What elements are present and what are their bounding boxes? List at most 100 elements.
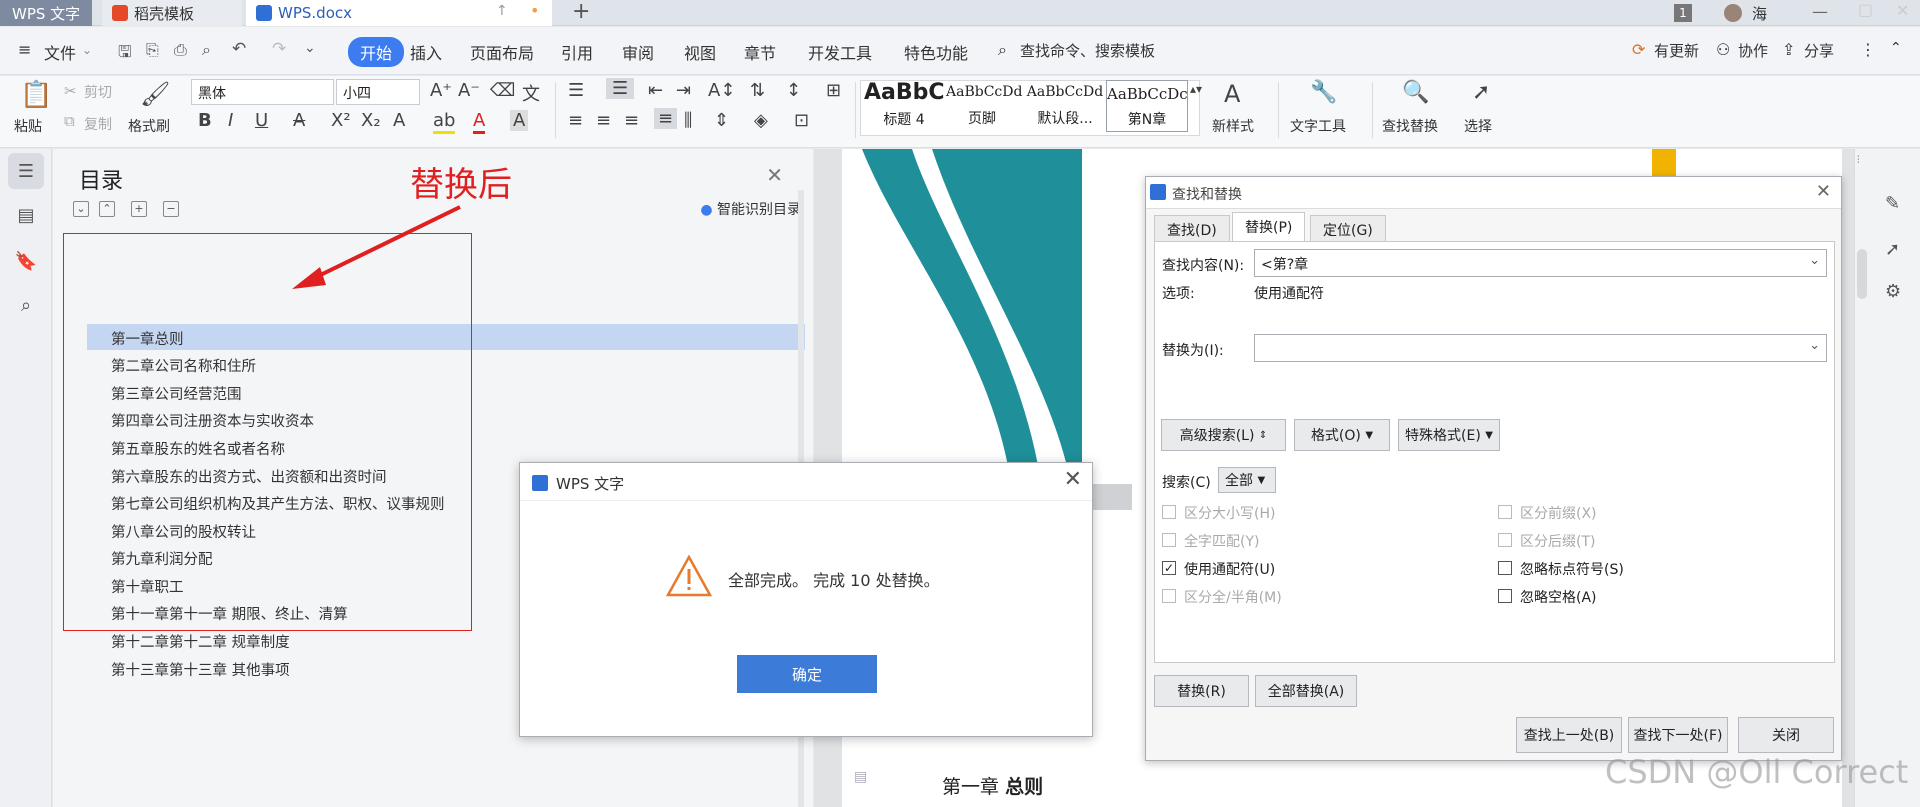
copy-label[interactable]: 复制 [84, 114, 112, 134]
close-window-icon[interactable]: ✕ [1896, 1, 1909, 20]
text-direction-icon[interactable]: A↕ [708, 80, 735, 101]
remove-heading-icon[interactable]: − [163, 201, 179, 217]
print-icon[interactable]: ⎙ [174, 40, 187, 60]
paragraph-icon[interactable]: ▤ [854, 769, 867, 785]
menu-home[interactable]: 开始 [348, 37, 405, 67]
redo-icon[interactable]: ↷ [272, 39, 286, 59]
hamburger-icon[interactable]: ≡ [18, 40, 31, 59]
replace-input[interactable]: ⌄ [1254, 334, 1827, 362]
tab-find[interactable]: 查找(D) [1154, 215, 1230, 241]
toc-item[interactable]: 第十二章第十二章 规章制度 [111, 631, 290, 652]
chevron-down-icon[interactable]: ⌄ [82, 43, 92, 57]
app-tab[interactable]: WPS 文字 [0, 0, 92, 26]
ignore-punct-checkbox[interactable] [1498, 561, 1512, 575]
menu-view[interactable]: 视图 [684, 40, 716, 64]
style-footer[interactable]: AaBbCcDd 页脚 [946, 80, 1022, 132]
find-replace-icon[interactable]: 🔍 [1402, 80, 1429, 105]
find-previous-button[interactable]: 查找上一处(B) [1516, 717, 1622, 753]
vertical-scrollbar[interactable] [1857, 249, 1867, 299]
collapse-ribbon-icon[interactable]: ⌃ [1890, 40, 1902, 56]
match-prefix-checkbox[interactable] [1498, 505, 1512, 519]
toc-item[interactable]: 第十三章第十三章 其他事项 [111, 659, 290, 680]
clear-format-icon[interactable]: ⌫ [490, 80, 515, 101]
font-size-select[interactable]: 小四 [336, 79, 420, 105]
new-style-label[interactable]: 新样式 [1212, 116, 1254, 136]
cut-label[interactable]: 剪切 [84, 82, 112, 102]
paste-label[interactable]: 粘贴 [14, 116, 42, 136]
customize-icon[interactable]: ⌄ [304, 40, 316, 56]
upload-icon[interactable]: ↑ [496, 3, 508, 19]
highlight-icon[interactable]: ab [433, 110, 456, 134]
text-tools-label[interactable]: 文字工具 [1290, 116, 1346, 136]
menu-references[interactable]: 引用 [561, 40, 593, 64]
minimize-icon[interactable]: — [1812, 2, 1828, 21]
paste-icon[interactable]: 📋 [20, 80, 52, 110]
justify-icon[interactable]: ≡ [654, 108, 678, 129]
grow-font-icon[interactable]: A⁺ [430, 80, 452, 101]
pinyin-icon[interactable]: 文 [522, 80, 540, 106]
settings-sliders-icon[interactable]: ⚙ [1885, 281, 1901, 302]
sort-icon[interactable]: ⇅ [750, 80, 765, 101]
search-scope-select[interactable]: 全部 ▼ [1218, 467, 1276, 493]
paragraph-spacing-icon[interactable]: ⇕ [714, 110, 729, 131]
ok-button[interactable]: 确定 [737, 655, 877, 693]
tab-goto[interactable]: 定位(G) [1310, 215, 1386, 241]
new-style-icon[interactable]: A [1224, 80, 1240, 108]
more-icon[interactable]: ⋮ [1860, 40, 1876, 59]
bookmark-icon[interactable]: 🔖 [8, 243, 44, 279]
align-center-icon[interactable]: ≡ [596, 110, 611, 131]
italic-icon[interactable]: I [228, 110, 233, 131]
advanced-search-button[interactable]: 高级搜索(L) ⇕ [1161, 419, 1286, 451]
chevron-down-icon[interactable]: ⌄ [1809, 253, 1820, 268]
share-label[interactable]: 分享 [1804, 40, 1834, 61]
tab-templates[interactable]: 稻壳模板 [102, 0, 242, 26]
match-suffix-checkbox[interactable] [1498, 533, 1512, 547]
cut-icon[interactable]: ✂ [64, 82, 77, 100]
font-family-select[interactable]: 黑体 [191, 79, 334, 105]
tab-replace[interactable]: 替换(P) [1232, 212, 1306, 242]
ignore-space-checkbox[interactable] [1498, 589, 1512, 603]
close-icon[interactable]: ✕ [1816, 181, 1831, 202]
borders-icon[interactable]: ⊡ [794, 110, 809, 131]
pen-icon[interactable]: ✎ [1885, 193, 1900, 214]
format-button[interactable]: 格式(O) ▼ [1294, 419, 1390, 451]
collapse-all-icon[interactable]: ⌃ [99, 201, 115, 217]
distribute-icon[interactable]: ⫼ [684, 110, 692, 131]
char-shading-icon[interactable]: A [510, 110, 529, 131]
special-format-button[interactable]: 特殊格式(E) ▼ [1398, 419, 1500, 451]
replace-all-button[interactable]: 全部替换(A) [1255, 675, 1357, 707]
command-search[interactable]: 查找命令、搜索模板 [1020, 40, 1155, 61]
save-icon[interactable]: 🖫 [118, 41, 132, 68]
new-tab-button[interactable]: + [572, 0, 590, 24]
font-color-icon[interactable]: A [473, 110, 486, 134]
cursor-icon[interactable]: ➚ [1885, 239, 1900, 260]
align-right-icon[interactable]: ≡ [624, 110, 639, 131]
shading-icon[interactable]: ◈ [754, 110, 768, 131]
print-preview-icon[interactable]: ⌕ [202, 40, 211, 60]
export-pdf-icon[interactable]: ⎘ [146, 40, 159, 60]
numbered-list-icon[interactable]: ☰ [606, 78, 635, 99]
bold-icon[interactable]: B [198, 110, 212, 131]
search-icon[interactable]: ⌕ [998, 40, 1007, 60]
find-icon[interactable]: ⌕ [8, 287, 44, 323]
format-painter-label[interactable]: 格式刷 [128, 116, 170, 136]
undo-icon[interactable]: ↶ [232, 39, 246, 59]
style-chapter-n[interactable]: AaBbCcDc 第N章 [1106, 80, 1188, 132]
width-checkbox[interactable] [1162, 589, 1176, 603]
gallery-expand-icon[interactable]: ▴▾ [1190, 82, 1202, 96]
find-input[interactable]: <第?章 ⌄ [1254, 249, 1827, 277]
match-case-checkbox[interactable] [1162, 505, 1176, 519]
maximize-icon[interactable]: ▢ [1858, 0, 1873, 19]
menu-developer[interactable]: 开发工具 [808, 40, 872, 64]
bullet-list-icon[interactable]: ☰ [568, 80, 584, 101]
menu-chapter[interactable]: 章节 [744, 40, 776, 64]
find-replace-label[interactable]: 查找替换 [1382, 116, 1438, 136]
avatar[interactable] [1724, 4, 1742, 22]
expand-all-icon[interactable]: ⌄ [73, 201, 89, 217]
pages-icon[interactable]: ▤ [8, 197, 44, 233]
select-cursor-icon[interactable]: ➚ [1472, 80, 1490, 105]
close-icon[interactable]: ✕ [1064, 467, 1082, 492]
align-left-icon[interactable]: ≡ [568, 110, 583, 131]
find-next-button[interactable]: 查找下一处(F) [1628, 717, 1728, 753]
increase-indent-icon[interactable]: ⇥ [676, 80, 691, 101]
